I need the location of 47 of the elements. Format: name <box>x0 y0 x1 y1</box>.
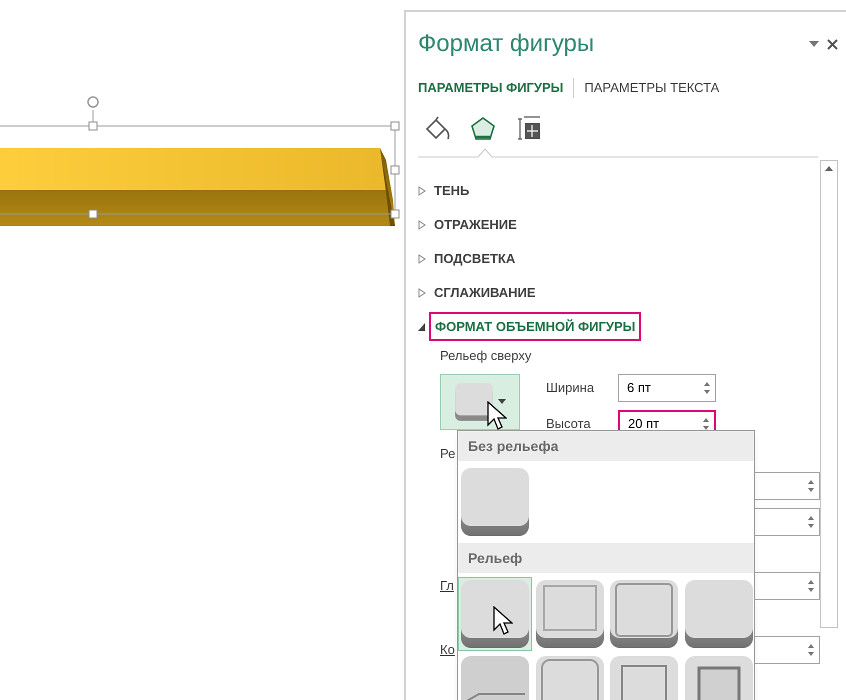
gallery-group-header: Без рельефа <box>458 431 754 461</box>
expanded-triangle-icon[interactable] <box>418 322 426 332</box>
pane-tab[interactable]: ПАРАМЕТРЫ ФИГУРЫ <box>418 78 564 98</box>
dropdown-caret-icon[interactable] <box>809 41 819 47</box>
bevel-preview-icon <box>682 578 754 650</box>
field-label: Рельеф сверху <box>440 348 532 362</box>
collapsed-triangle-icon[interactable] <box>418 186 426 196</box>
field-label: Высота <box>546 414 592 433</box>
bevel-option[interactable] <box>458 465 532 539</box>
collapsed-triangle-icon[interactable] <box>418 288 426 298</box>
section-header[interactable]: ФОРМАТ ОБЪЕМНОЙ ФИГУРЫ <box>429 312 642 342</box>
bevel-preview-icon <box>454 382 494 422</box>
width-spin-field[interactable]: 6 пт <box>618 374 716 402</box>
mouse-pointer-icon <box>493 606 513 636</box>
spinner-arrows-icon[interactable] <box>703 380 711 396</box>
fill-tab-icon[interactable] <box>424 114 450 140</box>
spinner-arrows-icon[interactable] <box>807 642 815 658</box>
size-tab-icon[interactable] <box>516 114 542 140</box>
section-header[interactable]: ОТРАЖЕНИЕ <box>434 214 517 234</box>
caret-icon <box>498 399 506 404</box>
pane-tab[interactable]: ПАРАМЕТРЫ ТЕКСТА <box>573 78 720 98</box>
collapsed-triangle-icon[interactable] <box>418 254 426 264</box>
scrollbar[interactable] <box>820 160 838 628</box>
bevel-preview-icon <box>459 578 531 650</box>
section-header[interactable]: ТЕНЬ <box>434 180 470 200</box>
bevel-dropdown-button[interactable] <box>440 374 520 430</box>
collapsed-triangle-icon[interactable] <box>418 220 426 230</box>
spinner-arrows-icon[interactable] <box>702 416 710 432</box>
spinner-arrows-icon[interactable] <box>807 514 815 530</box>
bevel-preview-icon <box>534 578 606 650</box>
section-header[interactable]: СГЛАЖИВАНИЕ <box>434 282 536 302</box>
field-label: Ко <box>440 640 455 659</box>
bevel-preview-icon <box>608 578 680 650</box>
spinner-arrows-icon[interactable] <box>807 478 815 494</box>
spinner-arrows-icon[interactable] <box>807 578 815 594</box>
close-icon[interactable] <box>827 38 838 50</box>
gallery-group-header: Рельеф <box>458 543 754 573</box>
bevel-option[interactable] <box>458 577 532 651</box>
bevel-preview-icon <box>459 466 531 538</box>
field-label: Ре <box>440 444 456 462</box>
field-label: Ширина <box>546 378 596 397</box>
field-label: Гл <box>440 576 454 595</box>
section-header[interactable]: ПОДСВЕТКА <box>434 248 516 268</box>
tab-divider-notch-icon <box>418 146 818 158</box>
pane-title: Формат фигуры <box>418 29 594 59</box>
effects-tab-icon[interactable] <box>470 114 496 140</box>
bevel-option[interactable] <box>607 577 681 651</box>
